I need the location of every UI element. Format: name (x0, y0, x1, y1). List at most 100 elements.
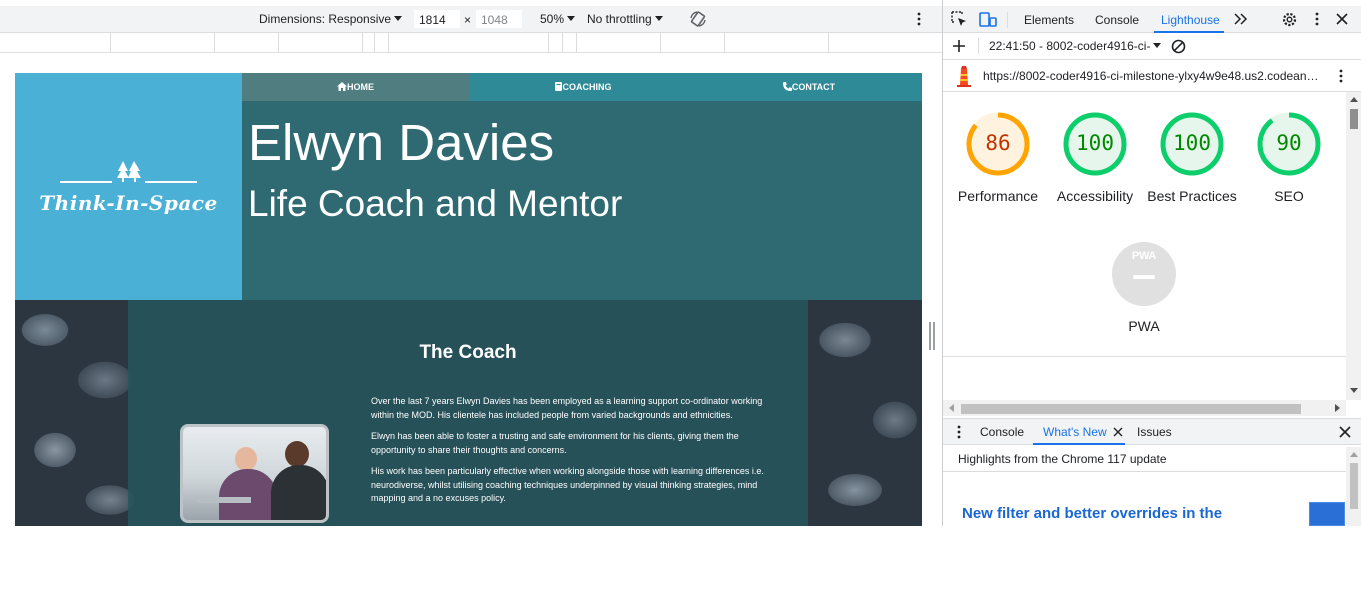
device-emulation-area: Dimensions: Responsive 1814 × 1048 50% N… (0, 0, 942, 526)
device-toolbar: Dimensions: Responsive 1814 × 1048 50% N… (0, 6, 942, 33)
report-selector[interactable]: 22:41:50 - 8002-coder4916-ci- (989, 39, 1162, 53)
dimensions-dropdown[interactable]: Dimensions: Responsive (259, 12, 403, 26)
emulated-page: Think-In-Space HOME COACHING CONTACT Elw… (15, 73, 922, 526)
scrollbar-thumb[interactable] (961, 404, 1301, 414)
pwa-badge-text: PWA (1131, 250, 1157, 262)
ruler-mark (374, 33, 375, 52)
coach-paragraph: Over the last 7 years Elwyn Davies has b… (371, 396, 763, 420)
device-toggle-icon[interactable] (979, 11, 997, 28)
times-symbol: × (464, 13, 472, 27)
tab-elements[interactable]: Elements (1024, 13, 1074, 27)
news-title[interactable]: New filter and better overrides in the (962, 505, 1222, 522)
height-input[interactable]: 1048 (476, 10, 522, 28)
scroll-left-icon[interactable] (948, 404, 954, 412)
media-query-ruler[interactable] (0, 33, 942, 53)
site-logo[interactable]: Think-In-Space (15, 73, 242, 300)
nav-home-label: HOME (347, 82, 374, 92)
tab-lighthouse[interactable]: Lighthouse (1161, 13, 1220, 27)
score-value: 100 (1173, 131, 1211, 155)
more-options-icon[interactable] (1311, 11, 1323, 27)
inspect-element-icon[interactable] (951, 11, 968, 28)
tab-console[interactable]: Console (1095, 13, 1139, 27)
scrollbar-thumb[interactable] (1350, 463, 1358, 509)
drawer-tabbar: Console What's New Issues (943, 418, 1361, 445)
laptop (197, 497, 251, 503)
score-gauge[interactable]: 86 (965, 111, 1031, 177)
drawer-scrollbar[interactable] (1346, 447, 1361, 526)
coach-paragraph: His work has been particularly effective… (371, 466, 764, 503)
ruler-mark (724, 33, 725, 52)
divider (943, 471, 1346, 472)
more-tabs-icon[interactable] (1234, 13, 1248, 25)
ruler-mark (362, 33, 363, 52)
score-label: Performance (957, 188, 1039, 204)
drawer-menu-icon[interactable] (955, 424, 963, 440)
devtools-panel: Elements Console Lighthouse 22:41:50 - 8… (942, 0, 1361, 526)
clear-icon[interactable] (1171, 39, 1186, 54)
chevron-down-icon (394, 16, 403, 21)
zoom-label: 50% (540, 12, 565, 26)
drawer-tab-issues[interactable]: Issues (1137, 425, 1172, 439)
hero-subtitle: Life Coach and Mentor (248, 183, 623, 224)
chevron-down-icon (654, 16, 663, 21)
nav-contact[interactable]: CONTACT (696, 73, 922, 101)
pwa-gauge[interactable]: PWA (1111, 241, 1177, 307)
close-icon[interactable] (1335, 12, 1349, 26)
ruler-mark (388, 33, 389, 52)
more-options-icon[interactable] (1335, 68, 1347, 84)
scroll-right-icon[interactable] (1335, 404, 1341, 412)
zoom-dropdown[interactable]: 50% (540, 12, 576, 26)
highlights-text: Highlights from the Chrome 117 update (958, 452, 1167, 466)
ruler-mark (660, 33, 661, 52)
devtools-tabbar: Elements Console Lighthouse (943, 6, 1361, 33)
width-input[interactable]: 1814 (414, 10, 460, 28)
ruler-mark (828, 33, 829, 52)
report-url-bar: https://8002-coder4916-ci-milestone-ylxy… (943, 60, 1361, 92)
nav-coaching[interactable]: COACHING (469, 73, 696, 101)
rotate-icon[interactable] (689, 10, 707, 28)
divider (943, 356, 1346, 357)
report-selector-label: 22:41:50 - 8002-coder4916-ci- (989, 39, 1151, 53)
active-tab-indicator (1033, 443, 1125, 445)
hero-name: Elwyn Davies (248, 114, 555, 171)
scroll-up-icon[interactable] (1350, 96, 1358, 102)
close-drawer-icon[interactable] (1339, 426, 1351, 438)
coach-section: The Coach Over the last 7 years Elwyn Da… (128, 300, 808, 526)
plus-icon[interactable] (952, 39, 966, 53)
nav-home[interactable]: HOME (242, 73, 469, 101)
throttling-label: No throttling (587, 12, 652, 26)
chevron-down-icon (1153, 43, 1162, 48)
divider (1007, 12, 1008, 28)
coach-photo (180, 424, 329, 523)
scroll-down-icon[interactable] (1350, 388, 1358, 394)
resize-handle[interactable] (929, 322, 935, 350)
person-body (219, 469, 277, 520)
score-value: 100 (1076, 131, 1114, 155)
more-options-icon[interactable] (913, 11, 925, 27)
scrollbar-thumb[interactable] (1350, 109, 1358, 129)
ruler-mark (548, 33, 549, 52)
report-scrollbar[interactable] (1346, 92, 1361, 400)
gear-icon[interactable] (1281, 11, 1298, 28)
pwa-label: PWA (1128, 318, 1160, 334)
grip-line (929, 322, 931, 350)
logo-text: Think-In-Space (39, 191, 218, 215)
drawer-tab-console[interactable]: Console (980, 425, 1024, 439)
drawer-tab-whats-new[interactable]: What's New (1043, 425, 1107, 439)
news-thumbnail (1309, 502, 1345, 526)
report-url: https://8002-coder4916-ci-milestone-ylxy… (983, 69, 1319, 83)
scroll-up-icon[interactable] (1350, 451, 1358, 457)
close-tab-icon[interactable] (1113, 427, 1123, 437)
book-icon (554, 82, 562, 91)
report-horizontal-scrollbar[interactable] (943, 400, 1346, 416)
person-body (271, 465, 326, 520)
score-gauge[interactable]: 100 (1062, 111, 1128, 177)
ruler-mark (110, 33, 111, 52)
score-gauge[interactable]: 90 (1256, 111, 1322, 177)
throttling-dropdown[interactable]: No throttling (587, 12, 663, 26)
ruler-mark (576, 33, 577, 52)
grip-line (933, 322, 935, 350)
score-gauge[interactable]: 100 (1159, 111, 1225, 177)
lighthouse-report: 86 Performance 100 Accessibility 100 Best Pra… (943, 92, 1346, 400)
site-navbar: HOME COACHING CONTACT (242, 73, 922, 101)
